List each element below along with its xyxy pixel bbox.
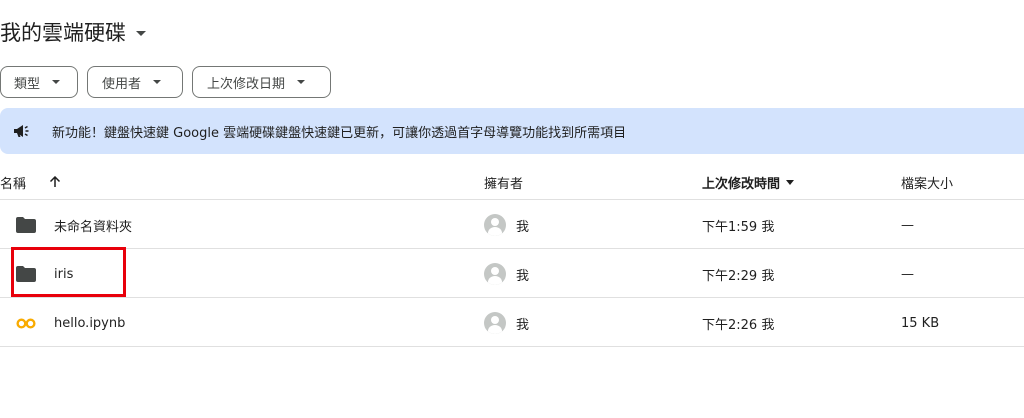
- caret-down-icon: [153, 80, 162, 84]
- filter-bar: 類型 使用者 上次修改日期: [0, 66, 331, 98]
- file-name: 未命名資料夾: [54, 219, 133, 235]
- file-list-header: 名稱 擁有者 上次修改時間 檔案大小: [0, 164, 1024, 200]
- owner-name: 我: [516, 317, 530, 333]
- banner-text: 新功能！鍵盤快速鍵 Google 雲端硬碟鍵盤快速鍵已更新，可讓你透過首字母導覽…: [52, 125, 627, 141]
- owner-name: 我: [516, 219, 530, 235]
- column-modified-header[interactable]: 上次修改時間: [702, 164, 795, 200]
- filter-people-chip[interactable]: 使用者: [87, 66, 183, 98]
- column-modified-label: 上次修改時間: [702, 176, 781, 192]
- file-size: —: [901, 217, 914, 233]
- file-name: hello.ipynb: [54, 315, 126, 331]
- caret-down-icon: [52, 80, 61, 84]
- owner-name: 我: [516, 268, 530, 284]
- caret-down-icon: [136, 30, 146, 36]
- caret-down-icon: [786, 179, 795, 185]
- filter-modified-chip[interactable]: 上次修改日期: [192, 66, 331, 98]
- filter-people-label: 使用者: [102, 76, 142, 92]
- avatar: [484, 312, 506, 334]
- colab-icon: [16, 318, 36, 328]
- column-name-label: 名稱: [0, 176, 27, 192]
- modified-time: 下午1:59 我: [702, 219, 775, 235]
- modified-time: 下午2:29 我: [702, 268, 775, 284]
- my-drive-title-menu[interactable]: 我的雲端硬碟: [0, 14, 146, 50]
- filter-modified-label: 上次修改日期: [207, 76, 286, 92]
- file-name: iris: [54, 266, 74, 282]
- column-name-header[interactable]: 名稱: [0, 164, 26, 200]
- avatar: [484, 214, 506, 236]
- file-size: 15 KB: [901, 315, 940, 331]
- table-row[interactable]: 未命名資料夾 我 下午1:59 我 —: [0, 201, 1024, 249]
- arrow-up-icon: [49, 176, 61, 187]
- avatar: [484, 263, 506, 285]
- table-row[interactable]: iris 我 下午2:29 我 —: [0, 250, 1024, 298]
- filter-type-chip[interactable]: 類型: [0, 66, 78, 98]
- sort-direction-button[interactable]: [49, 164, 61, 200]
- file-size: —: [901, 266, 914, 282]
- caret-down-icon: [297, 80, 306, 84]
- column-size-header[interactable]: 檔案大小: [901, 164, 953, 200]
- folder-icon: [16, 217, 36, 233]
- feature-banner[interactable]: 新功能！鍵盤快速鍵 Google 雲端硬碟鍵盤快速鍵已更新，可讓你透過首字母導覽…: [0, 108, 1024, 154]
- column-size-label: 檔案大小: [901, 176, 954, 192]
- folder-icon: [16, 266, 36, 282]
- megaphone-icon: [14, 125, 29, 137]
- column-owner-label: 擁有者: [484, 176, 524, 192]
- modified-time: 下午2:26 我: [702, 317, 775, 333]
- page-title: 我的雲端硬碟: [0, 21, 126, 45]
- column-owner-header[interactable]: 擁有者: [484, 164, 523, 200]
- filter-type-label: 類型: [14, 76, 41, 92]
- table-row[interactable]: hello.ipynb 我 下午2:26 我 15 KB: [0, 299, 1024, 347]
